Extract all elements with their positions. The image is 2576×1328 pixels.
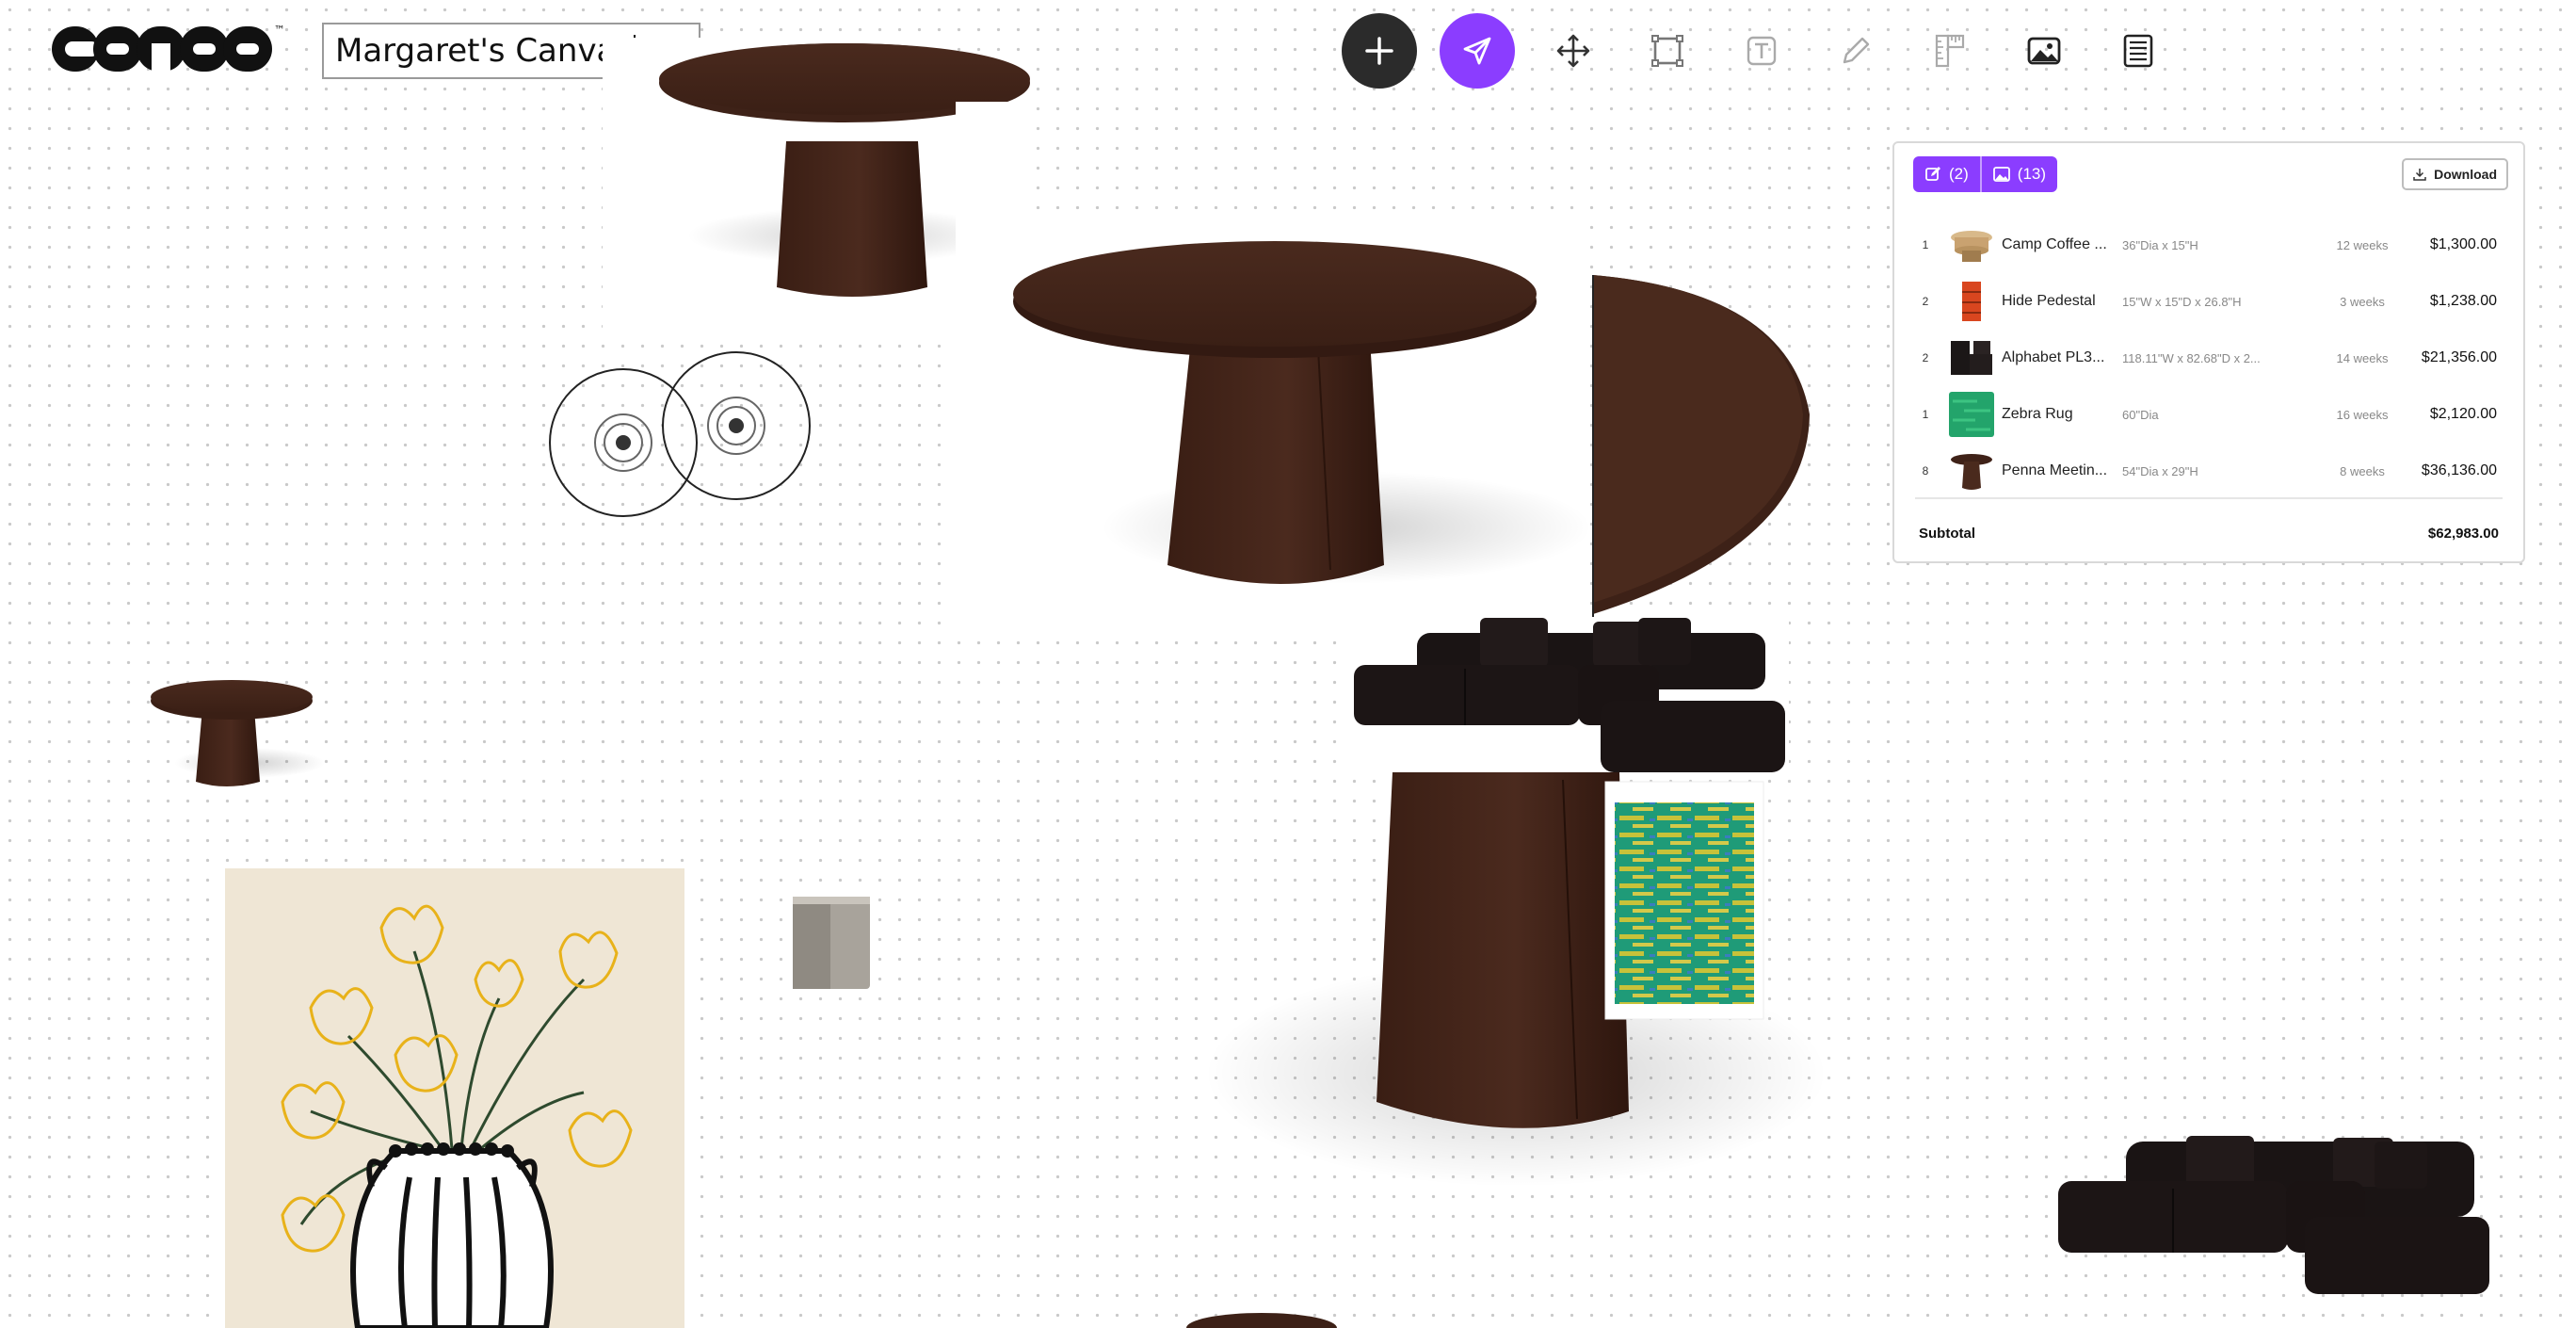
product-thumbnail (1949, 448, 1994, 494)
product-row[interactable]: 1 Zebra Rug 60"Dia 16 weeks $2,120.00 (1911, 386, 2506, 443)
product-lead-time: 8 weeks (2340, 463, 2385, 478)
floor-outlet-drawing[interactable] (549, 351, 811, 517)
coffee-table-thumb-icon (1951, 231, 1992, 262)
product-qty: 8 (1922, 464, 1929, 478)
product-price: $36,136.00 (2421, 462, 2497, 478)
product-row[interactable]: 1 Camp Coffee ... 36"Dia x 15"H 12 weeks… (1911, 217, 2506, 273)
pedestal-table-image-3[interactable] (1186, 1313, 1337, 1328)
image-count: (13) (2017, 165, 2047, 183)
product-row[interactable]: 2 Hide Pedestal 15"W x 15"D x 26.8"H 3 w… (1911, 273, 2506, 330)
edit-tab[interactable]: (2) (1913, 156, 1980, 192)
product-dims: 54"Dia x 29"H (2122, 463, 2198, 478)
product-row[interactable]: 8 Penna Meetin... 54"Dia x 29"H 8 weeks … (1911, 443, 2506, 499)
edit-icon (1925, 167, 1940, 181)
product-name: Hide Pedestal (2002, 293, 2096, 309)
product-dims: 60"Dia (2122, 407, 2159, 422)
metal-side-table-image[interactable] (793, 897, 870, 989)
download-icon (2413, 169, 2426, 181)
product-dims: 36"Dia x 15"H (2122, 237, 2198, 252)
product-name: Zebra Rug (2002, 406, 2073, 422)
sofa-thumb-icon (1951, 341, 1992, 375)
product-row[interactable]: 2 Alphabet PL3... 118.11"W x 82.68"D x 2… (1911, 330, 2506, 386)
rug-thumb-icon (1949, 392, 1994, 437)
tulip-art-print-image[interactable] (225, 868, 684, 1328)
images-tab[interactable]: (13) (1979, 156, 2057, 192)
product-thumbnail (1949, 335, 1994, 381)
sectional-sofa-image-1[interactable] (1346, 617, 1789, 777)
pedestal-table-image-2[interactable] (956, 217, 1591, 631)
product-qty: 1 (1922, 408, 1929, 421)
download-button[interactable]: Download (2402, 158, 2508, 190)
sectional-sofa-image-2[interactable] (2058, 1136, 2489, 1294)
product-price: $1,300.00 (2429, 236, 2497, 252)
subtotal-row: Subtotal $62,983.00 (1919, 526, 2499, 542)
zebra-rug-image[interactable] (1604, 781, 1764, 1020)
panel-tabs: (2) (13) (1913, 156, 2058, 192)
product-dims: 15"W x 15"D x 26.8"H (2122, 294, 2242, 309)
product-lead-time: 16 weeks (2336, 407, 2389, 422)
product-price: $21,356.00 (2421, 349, 2497, 365)
product-price: $2,120.00 (2429, 406, 2497, 422)
product-lead-time: 14 weeks (2336, 350, 2389, 365)
pedestal-thumb-icon (1962, 282, 1981, 321)
product-price: $1,238.00 (2429, 293, 2497, 309)
product-list: 1 Camp Coffee ... 36"Dia x 15"H 12 weeks… (1911, 217, 2506, 499)
panel-divider (1915, 497, 2503, 499)
product-name: Alphabet PL3... (2002, 349, 2105, 365)
product-thumbnail (1949, 222, 1994, 267)
product-lead-time: 12 weeks (2336, 237, 2389, 252)
product-summary-panel: (2) (13) Download 1 Camp Coffee ... 36"D… (1892, 141, 2525, 563)
edit-count: (2) (1949, 165, 1969, 183)
subtotal-value: $62,983.00 (2427, 526, 2499, 542)
image-icon (1992, 167, 2010, 182)
pedestal-table-image-small[interactable] (151, 680, 325, 786)
download-label: Download (2434, 167, 2497, 182)
product-thumbnail (1949, 392, 1994, 437)
table-top-cropped-image[interactable] (1592, 275, 1810, 617)
product-name: Penna Meetin... (2002, 462, 2108, 478)
product-thumbnail (1949, 279, 1994, 324)
subtotal-label: Subtotal (1919, 526, 1975, 542)
table-thumb-icon (1951, 454, 1992, 490)
product-qty: 1 (1922, 238, 1929, 251)
product-dims: 118.11"W x 82.68"D x 2... (2122, 350, 2261, 365)
product-qty: 2 (1922, 351, 1929, 364)
product-qty: 2 (1922, 295, 1929, 308)
product-name: Camp Coffee ... (2002, 236, 2107, 252)
product-lead-time: 3 weeks (2340, 294, 2385, 309)
